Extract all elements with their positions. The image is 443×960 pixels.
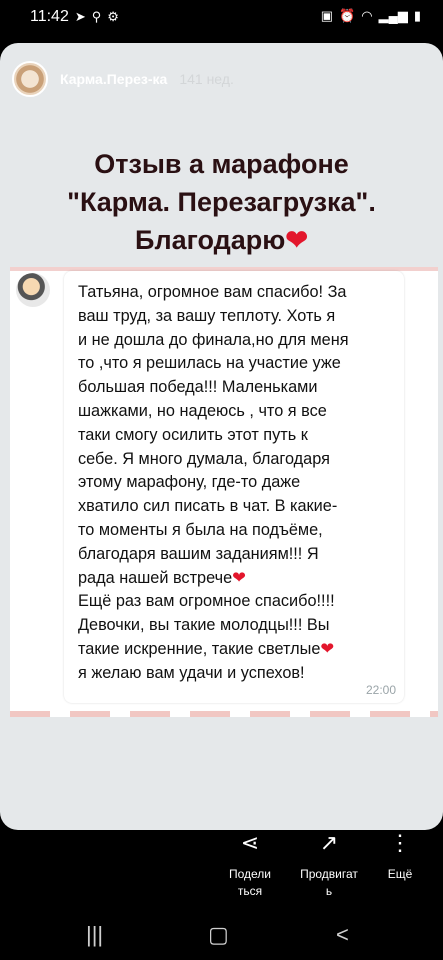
more-label: Ещё bbox=[387, 867, 413, 881]
signal-icon: ▂▄▆ bbox=[378, 8, 408, 23]
story-action-bar: ⋖ Подели ться ↗ Продвигат ь ⋮ Ещё bbox=[0, 830, 443, 900]
system-nav-bar: ||| ▢ < bbox=[0, 910, 443, 960]
account-name[interactable]: Карма.Перез-ка bbox=[60, 71, 167, 87]
heart-icon: ❤ bbox=[232, 568, 246, 587]
promote-button[interactable]: ↗ Продвигат ь bbox=[289, 830, 369, 900]
alarm-icon: ⏰ bbox=[339, 8, 356, 23]
story-card[interactable]: Карма.Перез-ка 141 нед. Отзыв а марафоне… bbox=[0, 43, 443, 830]
heart-icon: ❤ bbox=[285, 225, 308, 255]
share-label: Подели ться bbox=[228, 867, 272, 898]
headline-line-2: "Карма. Перезагрузка". bbox=[67, 187, 376, 217]
account-avatar[interactable] bbox=[12, 61, 48, 97]
more-button[interactable]: ⋮ Ещё bbox=[360, 830, 440, 883]
message-part-1: Татьяна, огромное вам спасибо! За ваш тр… bbox=[78, 283, 349, 587]
message-time: 22:00 bbox=[365, 683, 396, 697]
story-headline: Отзыв а марафоне "Карма. Перезагрузка". … bbox=[0, 145, 443, 259]
status-left: 11:42 ➤ ⚲ ⚙ bbox=[30, 8, 119, 26]
message-part-2: Ещё раз вам огромное спасибо!!!! Девочки… bbox=[78, 592, 335, 658]
wifi-icon: ◠ bbox=[361, 8, 373, 23]
back-icon[interactable]: < bbox=[336, 922, 349, 948]
recent-apps-icon[interactable]: ||| bbox=[86, 922, 103, 948]
share-button[interactable]: ⋖ Подели ться bbox=[210, 830, 290, 900]
home-icon[interactable]: ▢ bbox=[208, 922, 229, 948]
post-age: 141 нед. bbox=[179, 71, 234, 87]
heart-icon: ❤ bbox=[320, 639, 335, 658]
story-header: Карма.Перез-ка 141 нед. bbox=[12, 61, 234, 97]
promote-label: Продвигат ь bbox=[300, 867, 358, 898]
send-icon: ➤ bbox=[74, 9, 86, 24]
message-bubble: Татьяна, огромное вам спасибо! За ваш тр… bbox=[64, 271, 404, 703]
trending-icon: ↗ bbox=[319, 830, 339, 855]
status-time: 11:42 bbox=[30, 8, 69, 25]
status-right: ▣ ⏰ ◠ ▂▄▆ ▮ bbox=[321, 8, 421, 24]
status-bar: 11:42 ➤ ⚲ ⚙ ▣ ⏰ ◠ ▂▄▆ ▮ bbox=[0, 0, 443, 34]
headline-line-1: Отзыв а марафоне bbox=[94, 149, 349, 179]
chat-screenshot: Татьяна, огромное вам спасибо! За ваш тр… bbox=[10, 267, 438, 717]
message-part-3: я желаю вам удачи и успехов! bbox=[78, 663, 305, 682]
share-icon: ⋖ bbox=[240, 830, 260, 855]
battery-icon: ▮ bbox=[413, 8, 421, 23]
sender-avatar bbox=[16, 273, 50, 307]
gear-icon: ⚙ bbox=[107, 9, 119, 24]
headline-line-3-text: Благодарю bbox=[135, 225, 286, 255]
more-vertical-icon: ⋮ bbox=[389, 830, 411, 855]
search-icon: ⚲ bbox=[91, 9, 102, 24]
lock-icon: ▣ bbox=[320, 8, 334, 23]
message-text: Татьяна, огромное вам спасибо! За ваш тр… bbox=[78, 281, 394, 686]
chat-background-strip bbox=[10, 711, 438, 717]
headline-line-3: Благодарю❤ bbox=[0, 221, 443, 259]
